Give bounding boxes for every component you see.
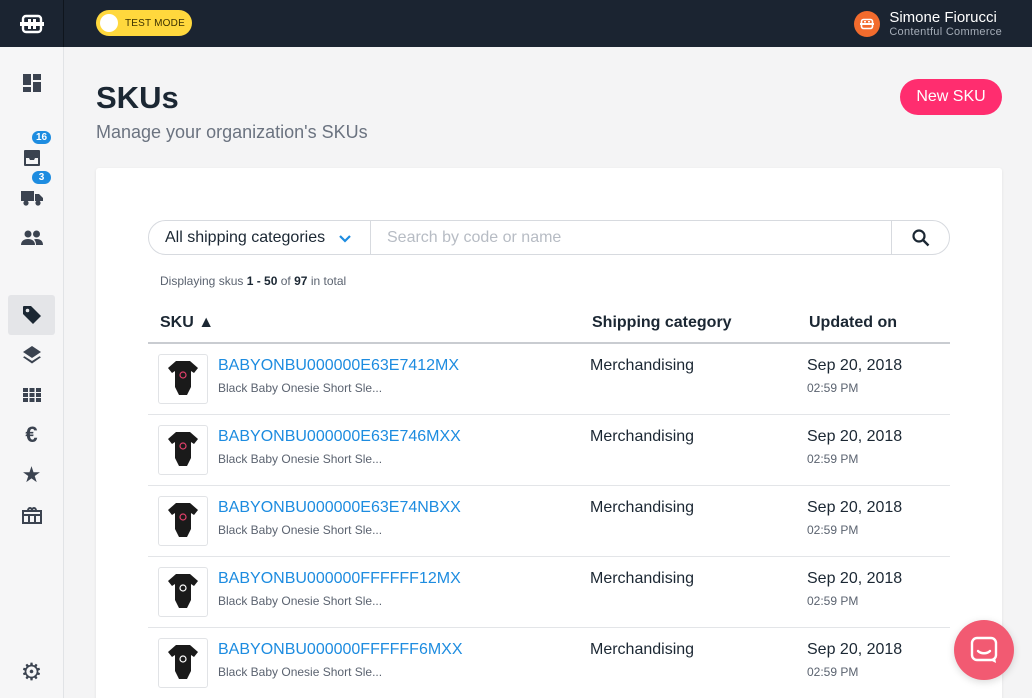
updated-time: 02:59 PM: [807, 665, 859, 679]
sidebar-item-dashboard[interactable]: [8, 63, 55, 103]
page-title: SKUs: [96, 80, 179, 115]
count-prefix: Displaying skus: [160, 274, 244, 288]
customers-icon: [20, 230, 43, 245]
sku-code-link[interactable]: BABYONBU000000E63E74NBXX: [218, 499, 461, 517]
sku-name: Black Baby Onesie Short Sle...: [218, 665, 383, 679]
count-suffix: in total: [310, 274, 347, 288]
skus-tag-icon: [22, 306, 41, 324]
sku-code-link[interactable]: BABYONBU000000E63E746MXX: [218, 428, 461, 446]
product-thumbnail: [158, 638, 208, 688]
product-thumbnail: [158, 425, 208, 475]
shipping-category: Merchandising: [590, 641, 695, 658]
shipping-category: Merchandising: [590, 357, 695, 374]
toggle-knob: [100, 14, 118, 32]
star-icon: ★: [21, 462, 42, 487]
onesie-image-icon: [168, 432, 198, 466]
shipping-category-selected: All shipping categories: [165, 228, 326, 246]
table-row[interactable]: BABYONBU000000FFFFFF6MXX Black Baby Ones…: [148, 628, 950, 698]
sku-code-link[interactable]: BABYONBU000000E63E7412MX: [218, 357, 459, 375]
org-logo-icon: [860, 18, 875, 29]
org-name: Contentful Commerce: [889, 26, 1002, 38]
table-row[interactable]: BABYONBU000000E63E746MXX Black Baby Ones…: [148, 415, 950, 486]
sidebar-item-layers[interactable]: [8, 335, 55, 375]
grid-icon: [22, 388, 41, 402]
shipping-category-select[interactable]: All shipping categories: [149, 221, 371, 254]
sidebar-item-customers[interactable]: [8, 218, 55, 258]
sidebar-item-gift-cards[interactable]: [8, 495, 55, 535]
test-mode-toggle[interactable]: TEST MODE: [96, 10, 192, 36]
count-range: 1 - 50: [246, 274, 278, 288]
updated-time: 02:59 PM: [807, 594, 859, 608]
updated-time: 02:59 PM: [807, 381, 859, 395]
product-thumbnail: [158, 354, 208, 404]
chat-launcher-button[interactable]: [954, 620, 1014, 680]
updated-time: 02:59 PM: [807, 523, 859, 537]
column-sku[interactable]: SKU ▲: [160, 314, 214, 332]
orders-badge: 16: [30, 129, 54, 146]
onesie-image-icon: [168, 645, 198, 679]
updated-date: Sep 20, 2018: [807, 570, 903, 587]
app-logo[interactable]: [0, 0, 64, 47]
user-name: Simone Fiorucci: [889, 9, 997, 26]
onesie-image-icon: [168, 503, 198, 537]
dashboard-icon: [22, 74, 41, 92]
sidebar: 16 3 € ★ ⚙: [0, 47, 64, 698]
shipments-icon: [20, 191, 43, 206]
layers-icon: [22, 346, 41, 364]
updated-date: Sep 20, 2018: [807, 641, 903, 658]
settings-gear-icon: ⚙: [20, 658, 43, 686]
updated-time: 02:59 PM: [807, 452, 859, 466]
search-icon: [911, 228, 929, 246]
euro-icon: €: [25, 422, 38, 447]
count-of: of: [280, 274, 291, 288]
updated-date: Sep 20, 2018: [807, 357, 903, 374]
sku-name: Black Baby Onesie Short Sle...: [218, 381, 383, 395]
sidebar-item-grid[interactable]: [8, 375, 55, 415]
org-avatar: [854, 10, 881, 37]
shipping-category: Merchandising: [590, 428, 695, 445]
sidebar-item-settings[interactable]: ⚙: [8, 652, 55, 692]
sku-name: Black Baby Onesie Short Sle...: [218, 523, 383, 537]
table-row[interactable]: BABYONBU000000FFFFFF12MX Black Baby Ones…: [148, 557, 950, 628]
sidebar-item-favorites[interactable]: ★: [8, 455, 55, 495]
table-row[interactable]: BABYONBU000000E63E74NBXX Black Baby Ones…: [148, 486, 950, 557]
skus-card: All shipping categories Displaying skus …: [96, 168, 1002, 698]
sku-code-link[interactable]: BABYONBU000000FFFFFF12MX: [218, 570, 461, 588]
table-header: SKU ▲ Shipping category Updated on: [148, 304, 950, 344]
new-sku-button[interactable]: New SKU: [900, 79, 1002, 115]
sidebar-item-shipments[interactable]: 3: [8, 169, 55, 218]
column-shipping-category[interactable]: Shipping category: [592, 314, 732, 332]
test-mode-label: TEST MODE: [125, 17, 185, 29]
column-updated-on[interactable]: Updated on: [809, 314, 897, 332]
updated-date: Sep 20, 2018: [807, 428, 903, 445]
sku-name: Black Baby Onesie Short Sle...: [218, 594, 383, 608]
chat-icon: [970, 636, 998, 663]
shipping-category: Merchandising: [590, 499, 695, 516]
top-bar: TEST MODE Simone Fiorucci Contentful Com…: [0, 0, 1032, 47]
orders-icon: [23, 150, 40, 166]
filter-bar: All shipping categories: [148, 220, 950, 255]
product-thumbnail: [158, 567, 208, 617]
pagination-info: Displaying skus 1 - 50 of 97 in total: [160, 274, 346, 288]
gift-card-icon: [21, 507, 42, 524]
sidebar-item-prices[interactable]: €: [8, 415, 55, 455]
count-total: 97: [294, 274, 308, 288]
page-subtitle: Manage your organization's SKUs: [96, 122, 368, 142]
product-thumbnail: [158, 496, 208, 546]
onesie-image-icon: [168, 574, 198, 608]
shipping-category: Merchandising: [590, 570, 695, 587]
logo-icon: [19, 14, 44, 33]
updated-date: Sep 20, 2018: [807, 499, 903, 516]
onesie-image-icon: [168, 361, 198, 395]
sidebar-item-skus[interactable]: [8, 295, 55, 335]
sku-code-link[interactable]: BABYONBU000000FFFFFF6MXX: [218, 641, 463, 659]
search-button[interactable]: [891, 221, 949, 254]
chevron-down-icon: [339, 234, 351, 243]
search-input[interactable]: [371, 221, 891, 254]
table-row[interactable]: BABYONBU000000E63E7412MX Black Baby Ones…: [148, 344, 950, 415]
sku-name: Black Baby Onesie Short Sle...: [218, 452, 383, 466]
shipments-badge: 3: [30, 169, 53, 186]
user-menu[interactable]: Simone Fiorucci Contentful Commerce: [854, 9, 1002, 38]
